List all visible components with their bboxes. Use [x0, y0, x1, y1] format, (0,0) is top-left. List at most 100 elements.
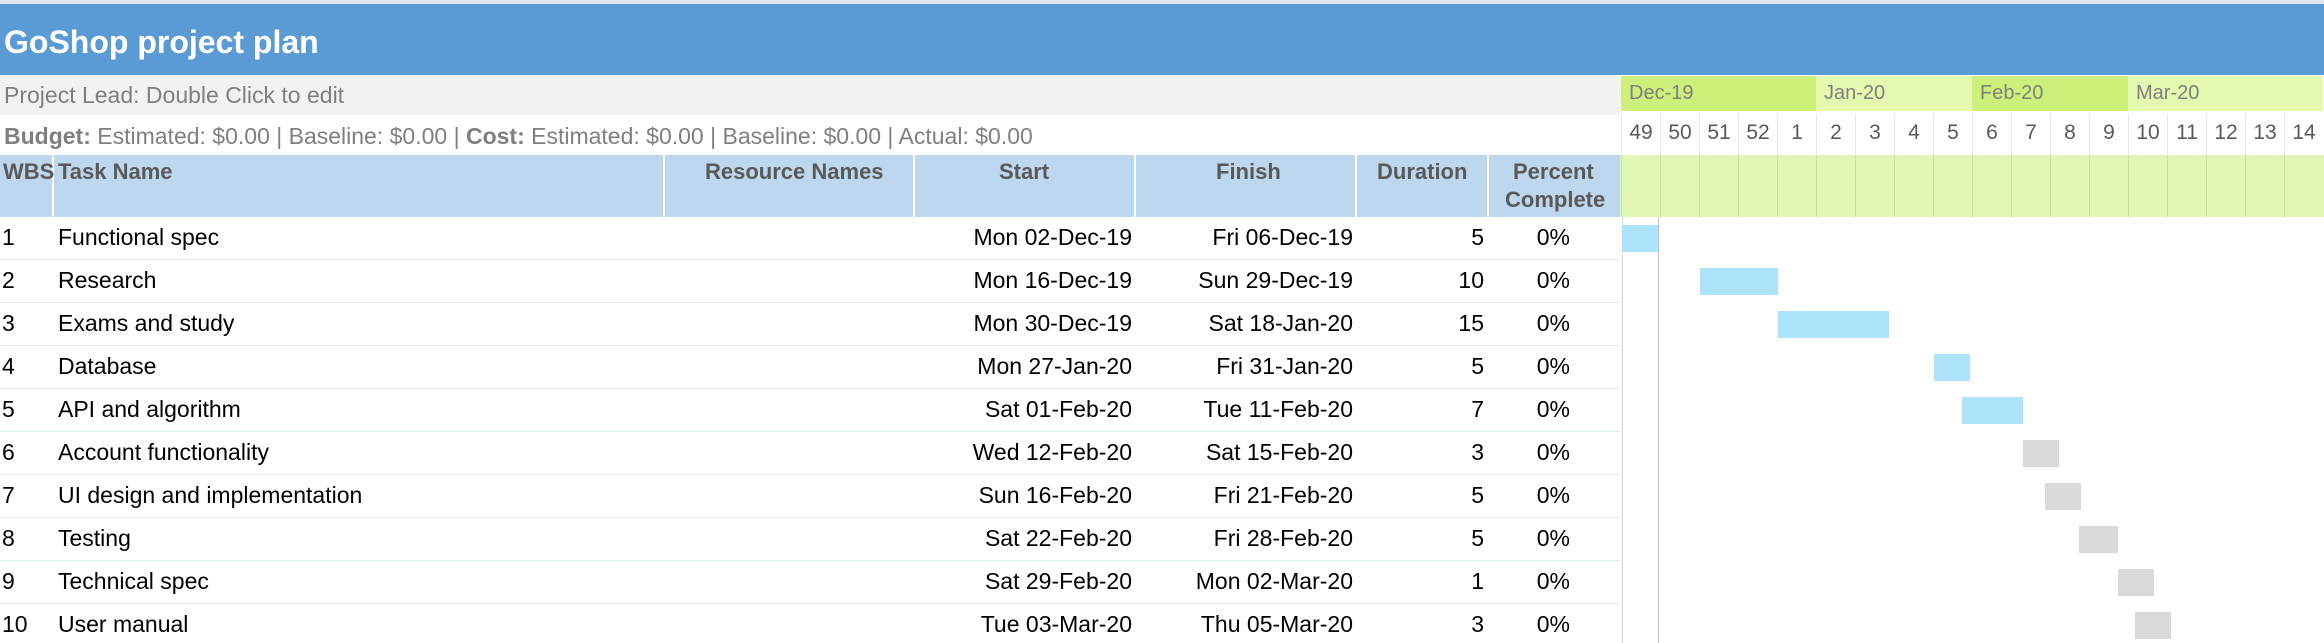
start-cell[interactable]: Sat 29-Feb-20 [915, 568, 1132, 595]
table-row[interactable]: 7 UI design and implementation Sun 16-Feb-… [0, 475, 1620, 518]
percent-cell[interactable]: 0% [1500, 611, 1570, 638]
duration-cell[interactable]: 1 [1357, 568, 1484, 595]
wbs-cell[interactable]: 2 [2, 267, 42, 294]
task-name-cell[interactable]: Database [58, 353, 658, 380]
percent-cell[interactable]: 0% [1500, 310, 1570, 337]
wbs-cell[interactable]: 6 [2, 439, 42, 466]
timeline-marker-line [1658, 217, 1659, 643]
task-name-cell[interactable]: Account functionality [58, 439, 658, 466]
wbs-cell[interactable]: 4 [2, 353, 42, 380]
week-label: 8 [2050, 114, 2089, 154]
task-name-cell[interactable]: Functional spec [58, 224, 658, 251]
gantt-bar[interactable] [1934, 354, 1970, 381]
duration-cell[interactable]: 3 [1357, 611, 1484, 638]
start-cell[interactable]: Mon 27-Jan-20 [915, 353, 1132, 380]
gantt-bar[interactable] [2078, 526, 2118, 553]
finish-cell[interactable]: Fri 28-Feb-20 [1136, 525, 1353, 552]
wbs-cell[interactable]: 8 [2, 525, 42, 552]
finish-cell[interactable]: Fri 21-Feb-20 [1136, 482, 1353, 509]
start-cell[interactable]: Mon 16-Dec-19 [915, 267, 1132, 294]
task-name-cell[interactable]: User manual [58, 611, 658, 638]
gantt-bar[interactable] [1778, 311, 1890, 338]
header-duration[interactable]: Duration [1357, 155, 1489, 217]
percent-cell[interactable]: 0% [1500, 396, 1570, 423]
month-label: Jan-20 [1816, 76, 1972, 111]
gantt-bar[interactable] [2134, 612, 2171, 639]
duration-cell[interactable]: 5 [1357, 482, 1484, 509]
header-finish[interactable]: Finish [1136, 155, 1357, 217]
header-start[interactable]: Start [915, 155, 1136, 217]
task-name-cell[interactable]: UI design and implementation [58, 482, 658, 509]
task-name-cell[interactable]: Research [58, 267, 658, 294]
gantt-bar[interactable] [2117, 569, 2154, 596]
header-task-name[interactable]: Task Name [54, 155, 665, 217]
week-label: 6 [1972, 114, 2011, 154]
duration-cell[interactable]: 5 [1357, 353, 1484, 380]
percent-cell[interactable]: 0% [1500, 568, 1570, 595]
table-row[interactable]: 10 User manual Tue 03-Mar-20 Thu 05-Mar-20 3… [0, 604, 1620, 643]
percent-cell[interactable]: 0% [1500, 482, 1570, 509]
percent-cell[interactable]: 0% [1500, 353, 1570, 380]
start-cell[interactable]: Mon 30-Dec-19 [915, 310, 1132, 337]
wbs-cell[interactable]: 3 [2, 310, 42, 337]
percent-cell[interactable]: 0% [1500, 439, 1570, 466]
project-title[interactable]: GoShop project plan [4, 24, 319, 61]
month-label: Feb-20 [1972, 76, 2128, 111]
header-resource-names[interactable]: Resource Names [665, 155, 915, 217]
finish-cell[interactable]: Fri 31-Jan-20 [1136, 353, 1353, 380]
wbs-cell[interactable]: 5 [2, 396, 42, 423]
week-gridline [2245, 155, 2246, 217]
task-name-cell[interactable]: Technical spec [58, 568, 658, 595]
week-gridline [2089, 155, 2090, 217]
table-row[interactable]: 5 API and algorithm Sat 01-Feb-20 Tue 11-Fe… [0, 389, 1620, 432]
week-gridline [1699, 155, 1700, 217]
task-name-cell[interactable]: Exams and study [58, 310, 658, 337]
table-row[interactable]: 4 Database Mon 27-Jan-20 Fri 31-Jan-20 5 0% [0, 346, 1620, 389]
gantt-bar[interactable] [2023, 440, 2060, 467]
gantt-bar[interactable] [1622, 225, 1658, 252]
task-name-cell[interactable]: Testing [58, 525, 658, 552]
finish-cell[interactable]: Tue 11-Feb-20 [1136, 396, 1353, 423]
finish-cell[interactable]: Mon 02-Mar-20 [1136, 568, 1353, 595]
duration-cell[interactable]: 7 [1357, 396, 1484, 423]
finish-cell[interactable]: Sat 18-Jan-20 [1136, 310, 1353, 337]
wbs-cell[interactable]: 9 [2, 568, 42, 595]
gantt-bar[interactable] [2045, 483, 2082, 510]
start-cell[interactable]: Mon 02-Dec-19 [915, 224, 1132, 251]
start-cell[interactable]: Wed 12-Feb-20 [915, 439, 1132, 466]
percent-cell[interactable]: 0% [1500, 267, 1570, 294]
start-cell[interactable]: Sat 01-Feb-20 [915, 396, 1132, 423]
start-cell[interactable]: Sun 16-Feb-20 [915, 482, 1132, 509]
gantt-bar[interactable] [1700, 268, 1778, 295]
wbs-cell[interactable]: 1 [2, 224, 42, 251]
table-row[interactable]: 8 Testing Sat 22-Feb-20 Fri 28-Feb-20 5 0% [0, 518, 1620, 561]
wbs-cell[interactable]: 7 [2, 482, 42, 509]
duration-cell[interactable]: 15 [1357, 310, 1484, 337]
table-row[interactable]: 2 Research Mon 16-Dec-19 Sun 29-Dec-19 10 0% [0, 260, 1620, 303]
table-row[interactable]: 1 Functional spec Mon 02-Dec-19 Fri 06-Dec-… [0, 217, 1620, 260]
task-name-cell[interactable]: API and algorithm [58, 396, 658, 423]
table-row[interactable]: 6 Account functionality Wed 12-Feb-20 Sat 1… [0, 432, 1620, 475]
duration-cell[interactable]: 5 [1357, 525, 1484, 552]
project-lead-row[interactable]: Project Lead: Double Click to edit [0, 75, 1620, 115]
wbs-cell[interactable]: 10 [2, 611, 42, 638]
project-lead-text[interactable]: Project Lead: Double Click to edit [4, 82, 344, 109]
header-percent-complete[interactable]: Percent Complete [1489, 155, 1620, 217]
week-label: 10 [2128, 114, 2167, 154]
percent-cell[interactable]: 0% [1500, 224, 1570, 251]
percent-cell[interactable]: 0% [1500, 525, 1570, 552]
finish-cell[interactable]: Fri 06-Dec-19 [1136, 224, 1353, 251]
header-wbs[interactable]: WBS [0, 155, 54, 217]
finish-cell[interactable]: Thu 05-Mar-20 [1136, 611, 1353, 638]
week-label: 7 [2011, 114, 2050, 154]
table-row[interactable]: 3 Exams and study Mon 30-Dec-19 Sat 18-Jan-… [0, 303, 1620, 346]
finish-cell[interactable]: Sun 29-Dec-19 [1136, 267, 1353, 294]
duration-cell[interactable]: 3 [1357, 439, 1484, 466]
duration-cell[interactable]: 10 [1357, 267, 1484, 294]
start-cell[interactable]: Tue 03-Mar-20 [915, 611, 1132, 638]
table-row[interactable]: 9 Technical spec Sat 29-Feb-20 Mon 02-Mar-2… [0, 561, 1620, 604]
finish-cell[interactable]: Sat 15-Feb-20 [1136, 439, 1353, 466]
start-cell[interactable]: Sat 22-Feb-20 [915, 525, 1132, 552]
gantt-bar[interactable] [1961, 397, 2024, 424]
duration-cell[interactable]: 5 [1357, 224, 1484, 251]
